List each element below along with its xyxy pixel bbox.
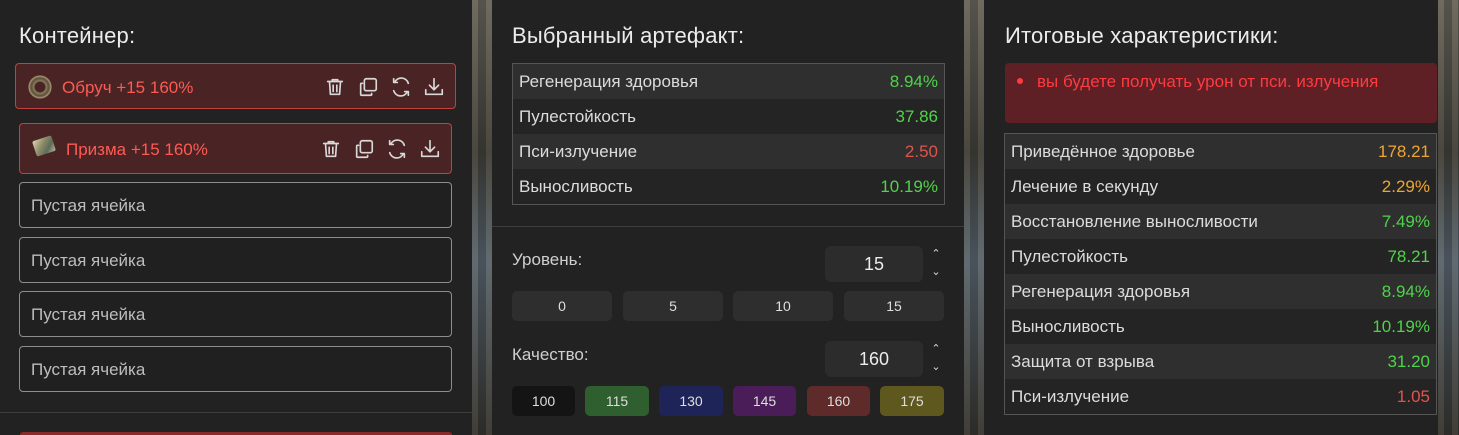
stat-value: 10.19% [880, 176, 938, 196]
stat-name: Регенерация здоровья [519, 71, 699, 91]
container-title: Контейнер: [19, 23, 136, 48]
level-preset-0[interactable]: 0 [512, 291, 612, 321]
stat-value: 31.20 [1387, 351, 1430, 371]
stat-value: 10.19% [1372, 316, 1430, 336]
refresh-icon[interactable] [390, 76, 412, 98]
trash-icon[interactable] [320, 138, 342, 160]
quality-input[interactable]: 160 [825, 341, 923, 377]
container-slot-3[interactable]: Пустая ячейка [19, 182, 452, 228]
stat-name: Выносливость [1011, 316, 1125, 336]
trash-icon[interactable] [324, 76, 346, 98]
divider [0, 412, 472, 413]
slot-actions [320, 138, 441, 160]
totals-title: Итоговые характеристики: [1005, 23, 1279, 48]
stat-name: Пси-излучение [519, 141, 638, 161]
container-panel: Контейнер: Обруч +15 160% Призма +15 160… [0, 0, 472, 435]
bullet-icon [1017, 78, 1023, 85]
quality-preset-100[interactable]: 100 [512, 386, 575, 416]
prism-artifact-icon [32, 135, 56, 157]
stat-row: Регенерация здоровья 8.94% [1005, 274, 1436, 309]
stat-row: Регенерация здоровья 8.94% [513, 64, 944, 99]
stat-row: Лечение в секунду 2.29% [1005, 169, 1436, 204]
stat-name: Регенерация здоровья [1011, 281, 1191, 301]
stat-name: Пси-излучение [1011, 386, 1130, 406]
stat-row: Восстановление выносливости 7.49% [1005, 204, 1436, 239]
slot-label: Призма +15 160% [66, 140, 208, 159]
stat-name: Восстановление выносливости [1011, 211, 1258, 231]
stat-value: 2.29% [1381, 176, 1430, 196]
background-strip [472, 0, 492, 435]
stat-value: 37.86 [895, 106, 938, 126]
refresh-icon[interactable] [386, 138, 408, 160]
level-preset-10[interactable]: 10 [733, 291, 833, 321]
level-input[interactable]: 15 [825, 246, 923, 282]
stat-value: 2.50 [904, 141, 938, 161]
divider [492, 226, 964, 227]
ring-artifact-icon [28, 75, 52, 99]
stat-name: Приведённое здоровье [1011, 141, 1195, 161]
download-icon[interactable] [419, 138, 441, 160]
quality-preset-115[interactable]: 115 [585, 386, 649, 416]
level-down-icon[interactable]: ⌄ [929, 265, 943, 279]
background-strip [1438, 0, 1459, 435]
stat-name: Защита от взрыва [1011, 351, 1155, 371]
level-preset-15[interactable]: 15 [844, 291, 944, 321]
stat-value: 178.21 [1378, 141, 1430, 161]
level-preset-5[interactable]: 5 [623, 291, 723, 321]
quality-preset-130[interactable]: 130 [659, 386, 723, 416]
selected-stats-table: Регенерация здоровья 8.94% Пулестойкость… [512, 63, 945, 205]
stat-row: Пси-излучение 2.50 [513, 134, 944, 169]
stat-name: Пулестойкость [1011, 246, 1128, 266]
stat-value: 1.05 [1396, 386, 1430, 406]
level-label: Уровень: [512, 250, 583, 269]
download-icon[interactable] [423, 76, 445, 98]
container-slot-2[interactable]: Призма +15 160% [19, 123, 452, 174]
empty-slot-label: Пустая ячейка [31, 196, 146, 215]
slot-actions [324, 76, 445, 98]
stat-row: Выносливость 10.19% [513, 169, 944, 204]
slot-label: Обруч +15 160% [62, 78, 194, 97]
stat-row: Пулестойкость 37.86 [513, 99, 944, 134]
stat-row: Приведённое здоровье 178.21 [1005, 134, 1436, 169]
stat-row: Пси-излучение 1.05 [1005, 379, 1436, 414]
quality-preset-175[interactable]: 175 [880, 386, 944, 416]
container-slot-6[interactable]: Пустая ячейка [19, 346, 452, 392]
quality-label: Качество: [512, 345, 589, 364]
totals-stats-table: Приведённое здоровье 178.21 Лечение в се… [1004, 133, 1437, 415]
background-strip [964, 0, 984, 435]
stat-value: 8.94% [889, 71, 938, 91]
container-slot-4[interactable]: Пустая ячейка [19, 237, 452, 283]
stat-name: Лечение в секунду [1011, 176, 1159, 196]
stat-value: 7.49% [1381, 211, 1430, 231]
stat-row: Выносливость 10.19% [1005, 309, 1436, 344]
stat-value: 8.94% [1381, 281, 1430, 301]
stat-row: Пулестойкость 78.21 [1005, 239, 1436, 274]
quality-preset-160[interactable]: 160 [807, 386, 870, 416]
copy-icon[interactable] [353, 138, 375, 160]
empty-slot-label: Пустая ячейка [31, 305, 146, 324]
selected-artifact-panel: Выбранный артефакт: Регенерация здоровья… [492, 0, 964, 435]
empty-slot-label: Пустая ячейка [31, 251, 146, 270]
selected-artifact-title: Выбранный артефакт: [512, 23, 745, 48]
level-up-icon[interactable]: ⌃ [929, 247, 943, 261]
empty-slot-label: Пустая ячейка [31, 360, 146, 379]
quality-up-icon[interactable]: ⌃ [929, 342, 943, 356]
warning-text: вы будете получать урон от пси. излучени… [1037, 72, 1379, 91]
stat-value: 78.21 [1387, 246, 1430, 266]
container-slot-5[interactable]: Пустая ячейка [19, 291, 452, 337]
quality-preset-145[interactable]: 145 [733, 386, 796, 416]
stat-name: Выносливость [519, 176, 633, 196]
copy-icon[interactable] [357, 76, 379, 98]
stat-name: Пулестойкость [519, 106, 636, 126]
container-slot-1[interactable]: Обруч +15 160% [15, 63, 456, 109]
quality-down-icon[interactable]: ⌄ [929, 360, 943, 374]
stat-row: Защита от взрыва 31.20 [1005, 344, 1436, 379]
psi-warning-alert: вы будете получать урон от пси. излучени… [1005, 63, 1437, 123]
